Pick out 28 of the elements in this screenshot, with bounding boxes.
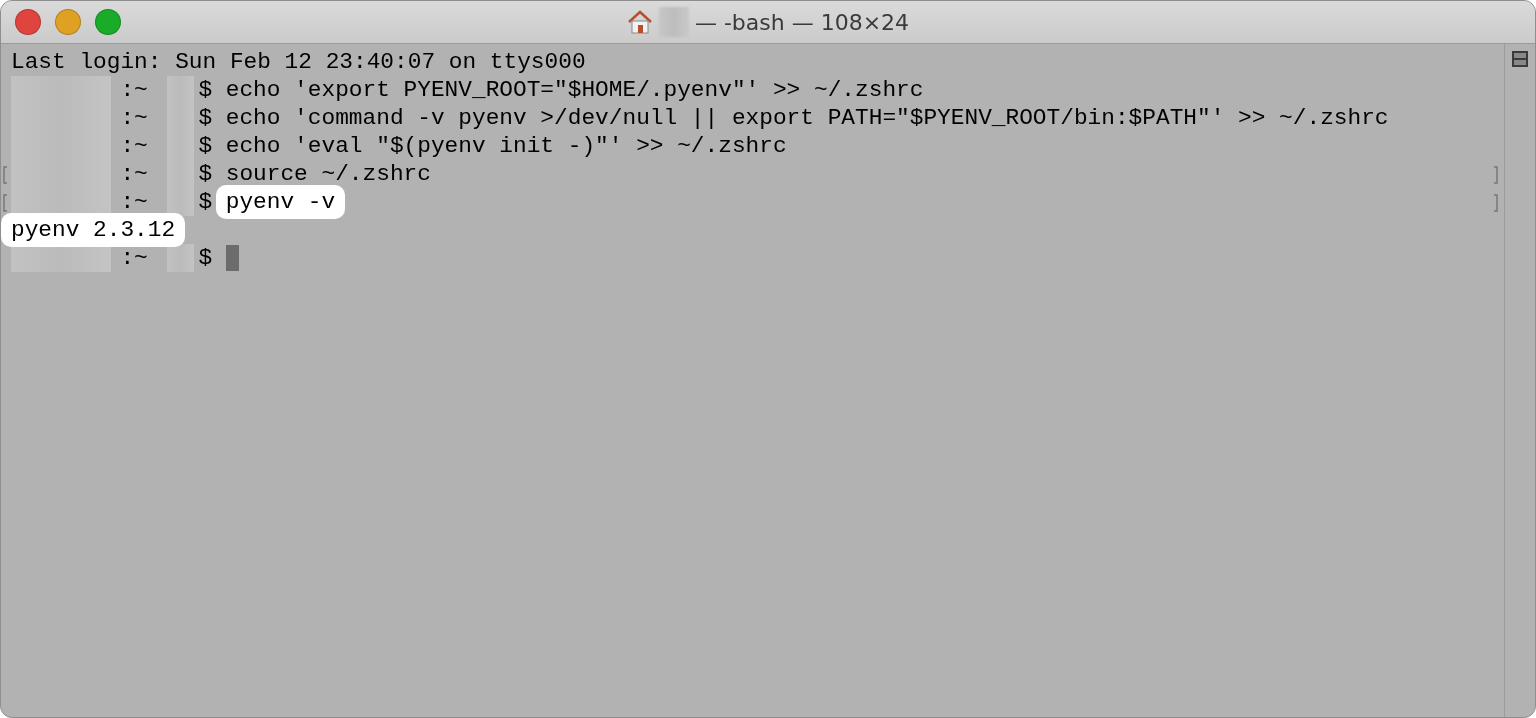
zoom-button[interactable] bbox=[95, 9, 121, 35]
minimize-button[interactable] bbox=[55, 9, 81, 35]
output-text: Last login: Sun Feb 12 23:40:07 on ttys000 bbox=[11, 49, 586, 75]
prompt-directory: :~ bbox=[120, 133, 148, 159]
command-text: source ~/.zshrc bbox=[225, 161, 431, 187]
command-text: echo 'export PYENV_ROOT="$HOME/.pyenv"' >> ~/.zshrc bbox=[225, 77, 924, 103]
split-pane-icon[interactable] bbox=[1511, 50, 1529, 68]
prompt-symbol: $ bbox=[198, 77, 213, 103]
output-text: pyenv 2.3.12 bbox=[1, 213, 186, 247]
blurred-hostname bbox=[166, 244, 195, 272]
prompt-symbol: $ bbox=[198, 161, 213, 187]
prompt-symbol: $ bbox=[198, 105, 213, 131]
prompt-symbol: $ bbox=[198, 133, 213, 159]
close-button[interactable] bbox=[15, 9, 41, 35]
house-icon bbox=[626, 10, 653, 34]
prompt-directory: :~ bbox=[120, 189, 148, 215]
window-title: — -bash — 108×24 bbox=[694, 9, 910, 35]
prompt-directory: :~ bbox=[120, 161, 148, 187]
prompt-directory: :~ bbox=[120, 105, 148, 131]
command-text: echo 'eval "$(pyenv init -)"' >> ~/.zshrc bbox=[225, 133, 787, 159]
prompt-directory: :~ bbox=[120, 245, 148, 271]
command-text: echo 'command -v pyenv >/dev/null || export PATH="$PYENV_ROOT/bin:$PATH"' >> ~/.zshrc bbox=[225, 105, 1389, 131]
prompt-symbol: $ bbox=[198, 189, 213, 215]
command-text: pyenv -v bbox=[215, 185, 346, 219]
prompt-directory: :~ bbox=[120, 77, 148, 103]
blurred-username bbox=[658, 7, 689, 37]
prompt-symbol: $ bbox=[198, 245, 213, 271]
blurred-hostname bbox=[166, 188, 195, 216]
